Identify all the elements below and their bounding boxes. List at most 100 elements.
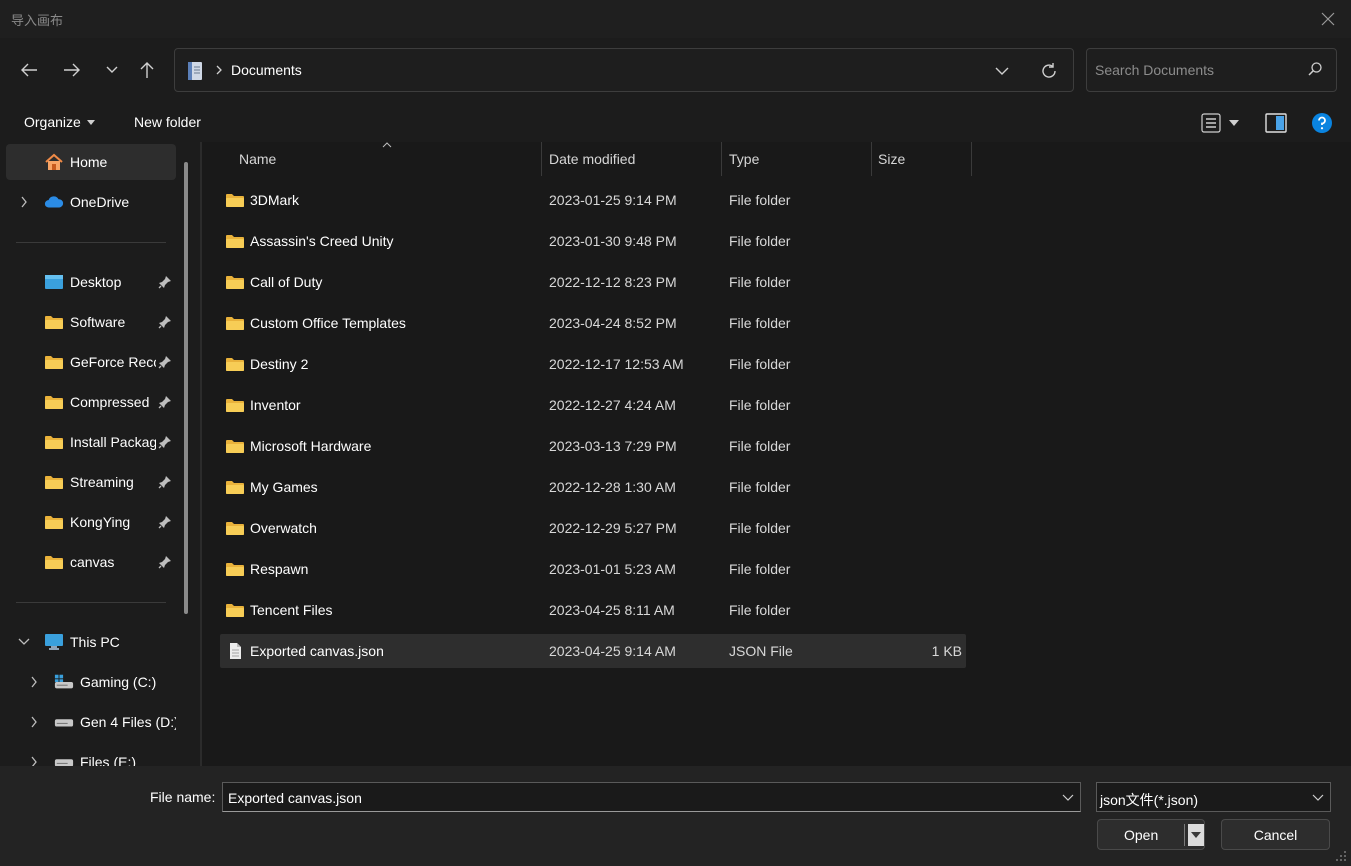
column-header-date[interactable]: Date modified	[542, 142, 721, 176]
file-row[interactable]: My Games 2022-12-28 1:30 AM File folder	[220, 470, 966, 504]
folder-icon	[44, 433, 64, 451]
sidebar-item-home[interactable]: Home	[6, 144, 176, 180]
file-type-value: json文件(*.json)	[1100, 792, 1199, 808]
open-button[interactable]: Open	[1097, 819, 1205, 850]
close-button[interactable]	[1305, 0, 1351, 38]
change-view-button[interactable]	[1196, 110, 1244, 136]
pin-icon[interactable]	[158, 355, 172, 369]
sidebar-item-this-pc[interactable]: This PC	[6, 624, 176, 660]
file-row[interactable]: Call of Duty 2022-12-12 8:23 PM File fol…	[220, 265, 966, 299]
sidebar-item-geforce[interactable]: GeForce Recc	[6, 344, 176, 380]
file-name-input[interactable]: Exported canvas.json	[222, 782, 1081, 812]
search-input[interactable]	[1095, 59, 1295, 81]
file-row[interactable]: Custom Office Templates 2023-04-24 8:52 …	[220, 306, 966, 340]
open-label: Open	[1124, 827, 1159, 843]
sidebar-label: Gen 4 Files (D:)	[80, 714, 176, 730]
file-list: Name Date modified Type Size 3DMark 2023…	[202, 142, 1351, 766]
file-row[interactable]: Respawn 2023-01-01 5:23 AM File folder	[220, 552, 966, 586]
sidebar-label: Desktop	[70, 274, 122, 290]
chevron-down-icon[interactable]	[1062, 791, 1074, 803]
sidebar-item-install-packages[interactable]: Install Packag	[6, 424, 176, 460]
up-button[interactable]	[131, 54, 163, 86]
sidebar-item-streaming[interactable]: Streaming	[6, 464, 176, 500]
file-name: 3DMark	[250, 192, 300, 208]
column-header-name[interactable]: Name	[220, 142, 542, 176]
file-date: 2022-12-27 4:24 AM	[549, 397, 676, 413]
file-type: File folder	[729, 315, 791, 331]
help-button[interactable]	[1310, 110, 1334, 136]
chevron-right-icon[interactable]	[28, 716, 40, 728]
back-button[interactable]	[13, 54, 45, 86]
sidebar-item-canvas[interactable]: canvas	[6, 544, 176, 580]
pin-icon[interactable]	[158, 475, 172, 489]
folder-icon	[44, 473, 64, 491]
sidebar-label: OneDrive	[70, 194, 130, 210]
file-row[interactable]: 3DMark 2023-01-25 9:14 PM File folder	[220, 183, 966, 217]
sidebar-item-compressed[interactable]: Compressed	[6, 384, 176, 420]
home-icon	[44, 153, 64, 171]
forward-button[interactable]	[56, 54, 88, 86]
pin-icon[interactable]	[158, 315, 172, 329]
sidebar-scrollbar[interactable]	[184, 162, 188, 614]
open-options-button[interactable]	[1188, 824, 1204, 846]
file-row[interactable]: Assassin's Creed Unity 2023-01-30 9:48 P…	[220, 224, 966, 258]
sidebar-item-kongying[interactable]: KongYing	[6, 504, 176, 540]
file-row[interactable]: Destiny 2 2022-12-17 12:53 AM File folde…	[220, 347, 966, 381]
sidebar-item-drive-c[interactable]: Gaming (C:)	[6, 664, 176, 700]
pin-icon[interactable]	[158, 555, 172, 569]
sidebar-item-drive-e[interactable]: Files (E:)	[6, 744, 176, 766]
cancel-button[interactable]: Cancel	[1221, 819, 1330, 850]
chevron-down-icon	[1312, 794, 1324, 801]
pin-icon[interactable]	[158, 275, 172, 289]
chevron-down-icon[interactable]	[18, 636, 30, 648]
chevron-right-icon[interactable]	[28, 756, 40, 766]
file-name: Overwatch	[250, 520, 317, 536]
file-row[interactable]: Overwatch 2022-12-29 5:27 PM File folder	[220, 511, 966, 545]
search-icon[interactable]	[1308, 62, 1322, 79]
file-size: 1 KB	[931, 643, 962, 659]
refresh-button[interactable]	[1037, 59, 1061, 83]
file-name: Exported canvas.json	[250, 643, 384, 659]
pin-icon[interactable]	[158, 515, 172, 529]
organize-menu[interactable]: Organize	[24, 114, 95, 130]
sidebar-label: KongYing	[70, 514, 131, 530]
sidebar-item-software[interactable]: Software	[6, 304, 176, 340]
file-type-select[interactable]: json文件(*.json)	[1096, 782, 1331, 812]
sidebar-item-desktop[interactable]: Desktop	[6, 264, 176, 300]
pin-icon[interactable]	[158, 395, 172, 409]
file-type: File folder	[729, 274, 791, 290]
file-row[interactable]: Tencent Files 2023-04-25 8:11 AM File fo…	[220, 593, 966, 627]
file-name: Assassin's Creed Unity	[250, 233, 394, 249]
chevron-right-icon[interactable]	[28, 676, 40, 688]
column-header-size[interactable]: Size	[872, 142, 971, 176]
file-type: File folder	[729, 479, 791, 495]
folder-icon	[226, 194, 244, 207]
preview-pane-button[interactable]	[1264, 110, 1288, 136]
address-dropdown-button[interactable]	[989, 61, 1015, 81]
windows-drive-icon	[54, 673, 74, 691]
sidebar-label: Gaming (C:)	[80, 674, 157, 690]
sidebar-label: Streaming	[70, 474, 134, 490]
folder-icon	[44, 513, 64, 531]
folder-icon	[226, 358, 244, 371]
file-row-selected[interactable]: Exported canvas.json 2023-04-25 9:14 AM …	[220, 634, 966, 668]
column-divider[interactable]	[971, 142, 972, 176]
folder-icon	[226, 563, 244, 576]
file-row[interactable]: Microsoft Hardware 2023-03-13 7:29 PM Fi…	[220, 429, 966, 463]
recent-locations-button[interactable]	[96, 54, 128, 86]
resize-grip-icon[interactable]	[1335, 850, 1347, 862]
sidebar-label: Home	[70, 154, 108, 170]
sidebar-label: GeForce Recc	[70, 354, 156, 370]
column-header-type[interactable]: Type	[722, 142, 871, 176]
pin-icon[interactable]	[158, 435, 172, 449]
sidebar-item-drive-d[interactable]: Gen 4 Files (D:)	[6, 704, 176, 740]
file-date: 2022-12-29 5:27 PM	[549, 520, 677, 536]
chevron-right-icon[interactable]	[18, 196, 30, 208]
file-row[interactable]: Inventor 2022-12-27 4:24 AM File folder	[220, 388, 966, 422]
chevron-down-icon	[106, 66, 118, 73]
address-bar[interactable]: Documents	[174, 48, 1074, 92]
new-folder-button[interactable]: New folder	[134, 114, 201, 130]
sidebar-item-onedrive[interactable]: OneDrive	[6, 184, 176, 220]
file-type: File folder	[729, 602, 791, 618]
breadcrumb-documents[interactable]: Documents	[231, 62, 302, 78]
